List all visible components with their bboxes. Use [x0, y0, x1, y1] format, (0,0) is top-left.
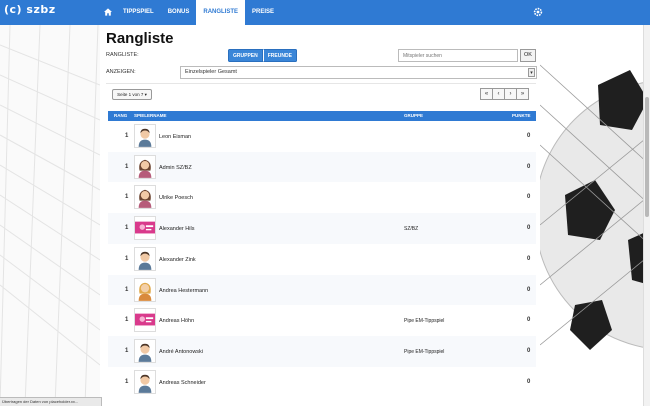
main-nav: TIPPSPIEL BONUS RANGLISTE PREISE	[100, 0, 281, 25]
row-player-name[interactable]: Andrea Hestermann	[159, 288, 208, 294]
row-player-name[interactable]: Andreas Höhn	[159, 318, 194, 324]
anzeigen-label: ANZEIGEN:	[106, 69, 136, 75]
row-rank: 1	[125, 163, 129, 170]
woman-icon	[134, 185, 156, 210]
ranking-table: 1 Leon Eisman 0 1 Admin SZ/BZ 0 1 Ulrike Poesch…	[108, 121, 536, 406]
row-points: 0	[527, 347, 531, 354]
display-select[interactable]: Einzelspieler Gesamt ▾	[180, 66, 537, 79]
row-player-name[interactable]: André Antonowski	[159, 349, 203, 355]
table-row[interactable]: 1 Andrea Hestermann 0	[108, 274, 536, 306]
table-row[interactable]: 1 Alexander Zink 0	[108, 244, 536, 275]
view-toggle: GRUPPEN FREUNDE	[228, 49, 297, 62]
table-row[interactable]: 1 Andreas Höhn Pipe EM-Tippspiel 0	[108, 305, 536, 336]
nav-tippspiel[interactable]: TIPPSPIEL	[116, 0, 161, 25]
row-player-name[interactable]: Admin SZ/BZ	[159, 165, 192, 171]
home-icon	[104, 8, 112, 16]
table-row[interactable]: 1 Admin SZ/BZ 0	[108, 151, 536, 183]
row-rank: 1	[125, 378, 129, 385]
home-button[interactable]	[100, 0, 116, 25]
row-player-name[interactable]: Leon Eisman	[159, 134, 191, 140]
row-group: Pipe EM-Tippspiel	[404, 318, 445, 325]
man-icon	[134, 338, 156, 363]
last-page-button[interactable]: »	[516, 88, 529, 100]
nav-bonus[interactable]: BONUS	[161, 0, 197, 25]
row-points: 0	[527, 378, 531, 385]
header-rank[interactable]: RANG	[114, 111, 127, 121]
man-icon	[134, 124, 156, 148]
row-points: 0	[527, 163, 531, 170]
brand-logo: (c) szbz	[4, 3, 56, 16]
gruppen-button[interactable]: GRUPPEN	[228, 49, 263, 62]
row-points: 0	[527, 194, 531, 201]
divider	[106, 83, 536, 84]
pagination: « ‹ › »	[480, 88, 529, 100]
header-name[interactable]: SPIELERNAME	[134, 111, 167, 121]
row-rank: 1	[125, 317, 129, 324]
row-player-name[interactable]: Alexander Zink	[159, 257, 196, 263]
row-points: 0	[527, 286, 531, 293]
row-rank: 1	[125, 347, 129, 354]
row-player-name[interactable]: Andreas Schneider	[159, 380, 206, 386]
soccer-ball-image	[540, 25, 650, 406]
left-background-grid	[0, 25, 100, 406]
row-rank: 1	[125, 255, 129, 262]
top-navigation-bar: (c) szbz TIPPSPIEL BONUS RANGLISTE PREIS…	[0, 0, 650, 25]
pink-photo-icon	[134, 308, 156, 333]
row-points: 0	[527, 133, 531, 139]
pink-photo-icon	[134, 216, 156, 241]
row-group: SZ/BZ	[404, 226, 419, 233]
search-ok-button[interactable]: OK	[520, 49, 536, 62]
row-rank: 1	[125, 286, 129, 293]
scrollbar-thumb[interactable]	[645, 97, 649, 217]
table-row[interactable]: 1 Leon Eisman 0	[108, 121, 536, 152]
header-points[interactable]: PUNKTE	[512, 111, 531, 121]
row-points: 0	[527, 317, 531, 324]
row-rank: 1	[125, 225, 129, 232]
page-title: Rangliste	[106, 30, 174, 47]
woman-icon	[134, 154, 156, 179]
nav-preise[interactable]: PREISE	[245, 0, 281, 25]
rangliste-label: RANGLISTE:	[106, 52, 139, 58]
chevron-down-icon: ▾	[528, 68, 535, 77]
blonde-icon	[134, 277, 156, 302]
man-icon	[134, 246, 156, 271]
header-group[interactable]: GRUPPE	[404, 111, 423, 121]
table-row[interactable]: 1 Alexander Hils SZ/BZ 0	[108, 213, 536, 244]
row-points: 0	[527, 225, 531, 232]
row-points: 0	[527, 255, 531, 262]
status-bar: Übertragen der Daten von placeholder.xx.…	[0, 397, 102, 406]
row-rank: 1	[125, 194, 129, 201]
man-icon	[134, 369, 156, 394]
table-row[interactable]: 1 Andreas Schneider 0	[108, 367, 536, 398]
freunde-button[interactable]: FREUNDE	[262, 49, 297, 62]
display-select-value: Einzelspieler Gesamt	[185, 69, 237, 75]
table-header: RANG SPIELERNAME GRUPPE PUNKTE	[108, 111, 536, 121]
gear-icon[interactable]	[533, 7, 543, 17]
row-rank: 1	[125, 133, 129, 139]
row-player-name[interactable]: Ulrike Poesch	[159, 195, 193, 201]
nav-rangliste[interactable]: RANGLISTE	[196, 0, 246, 25]
search-input[interactable]	[398, 49, 518, 62]
page-jump-button[interactable]: Seite 1 von 7 ▾	[112, 89, 152, 100]
scrollbar[interactable]	[643, 25, 650, 406]
table-row[interactable]: 1 Ulrike Poesch 0	[108, 182, 536, 213]
table-row[interactable]: 1 André Antonowski Pipe EM-Tippspiel 0	[108, 335, 536, 367]
row-group: Pipe EM-Tippspiel	[404, 348, 445, 355]
row-player-name[interactable]: Alexander Hils	[159, 226, 194, 232]
